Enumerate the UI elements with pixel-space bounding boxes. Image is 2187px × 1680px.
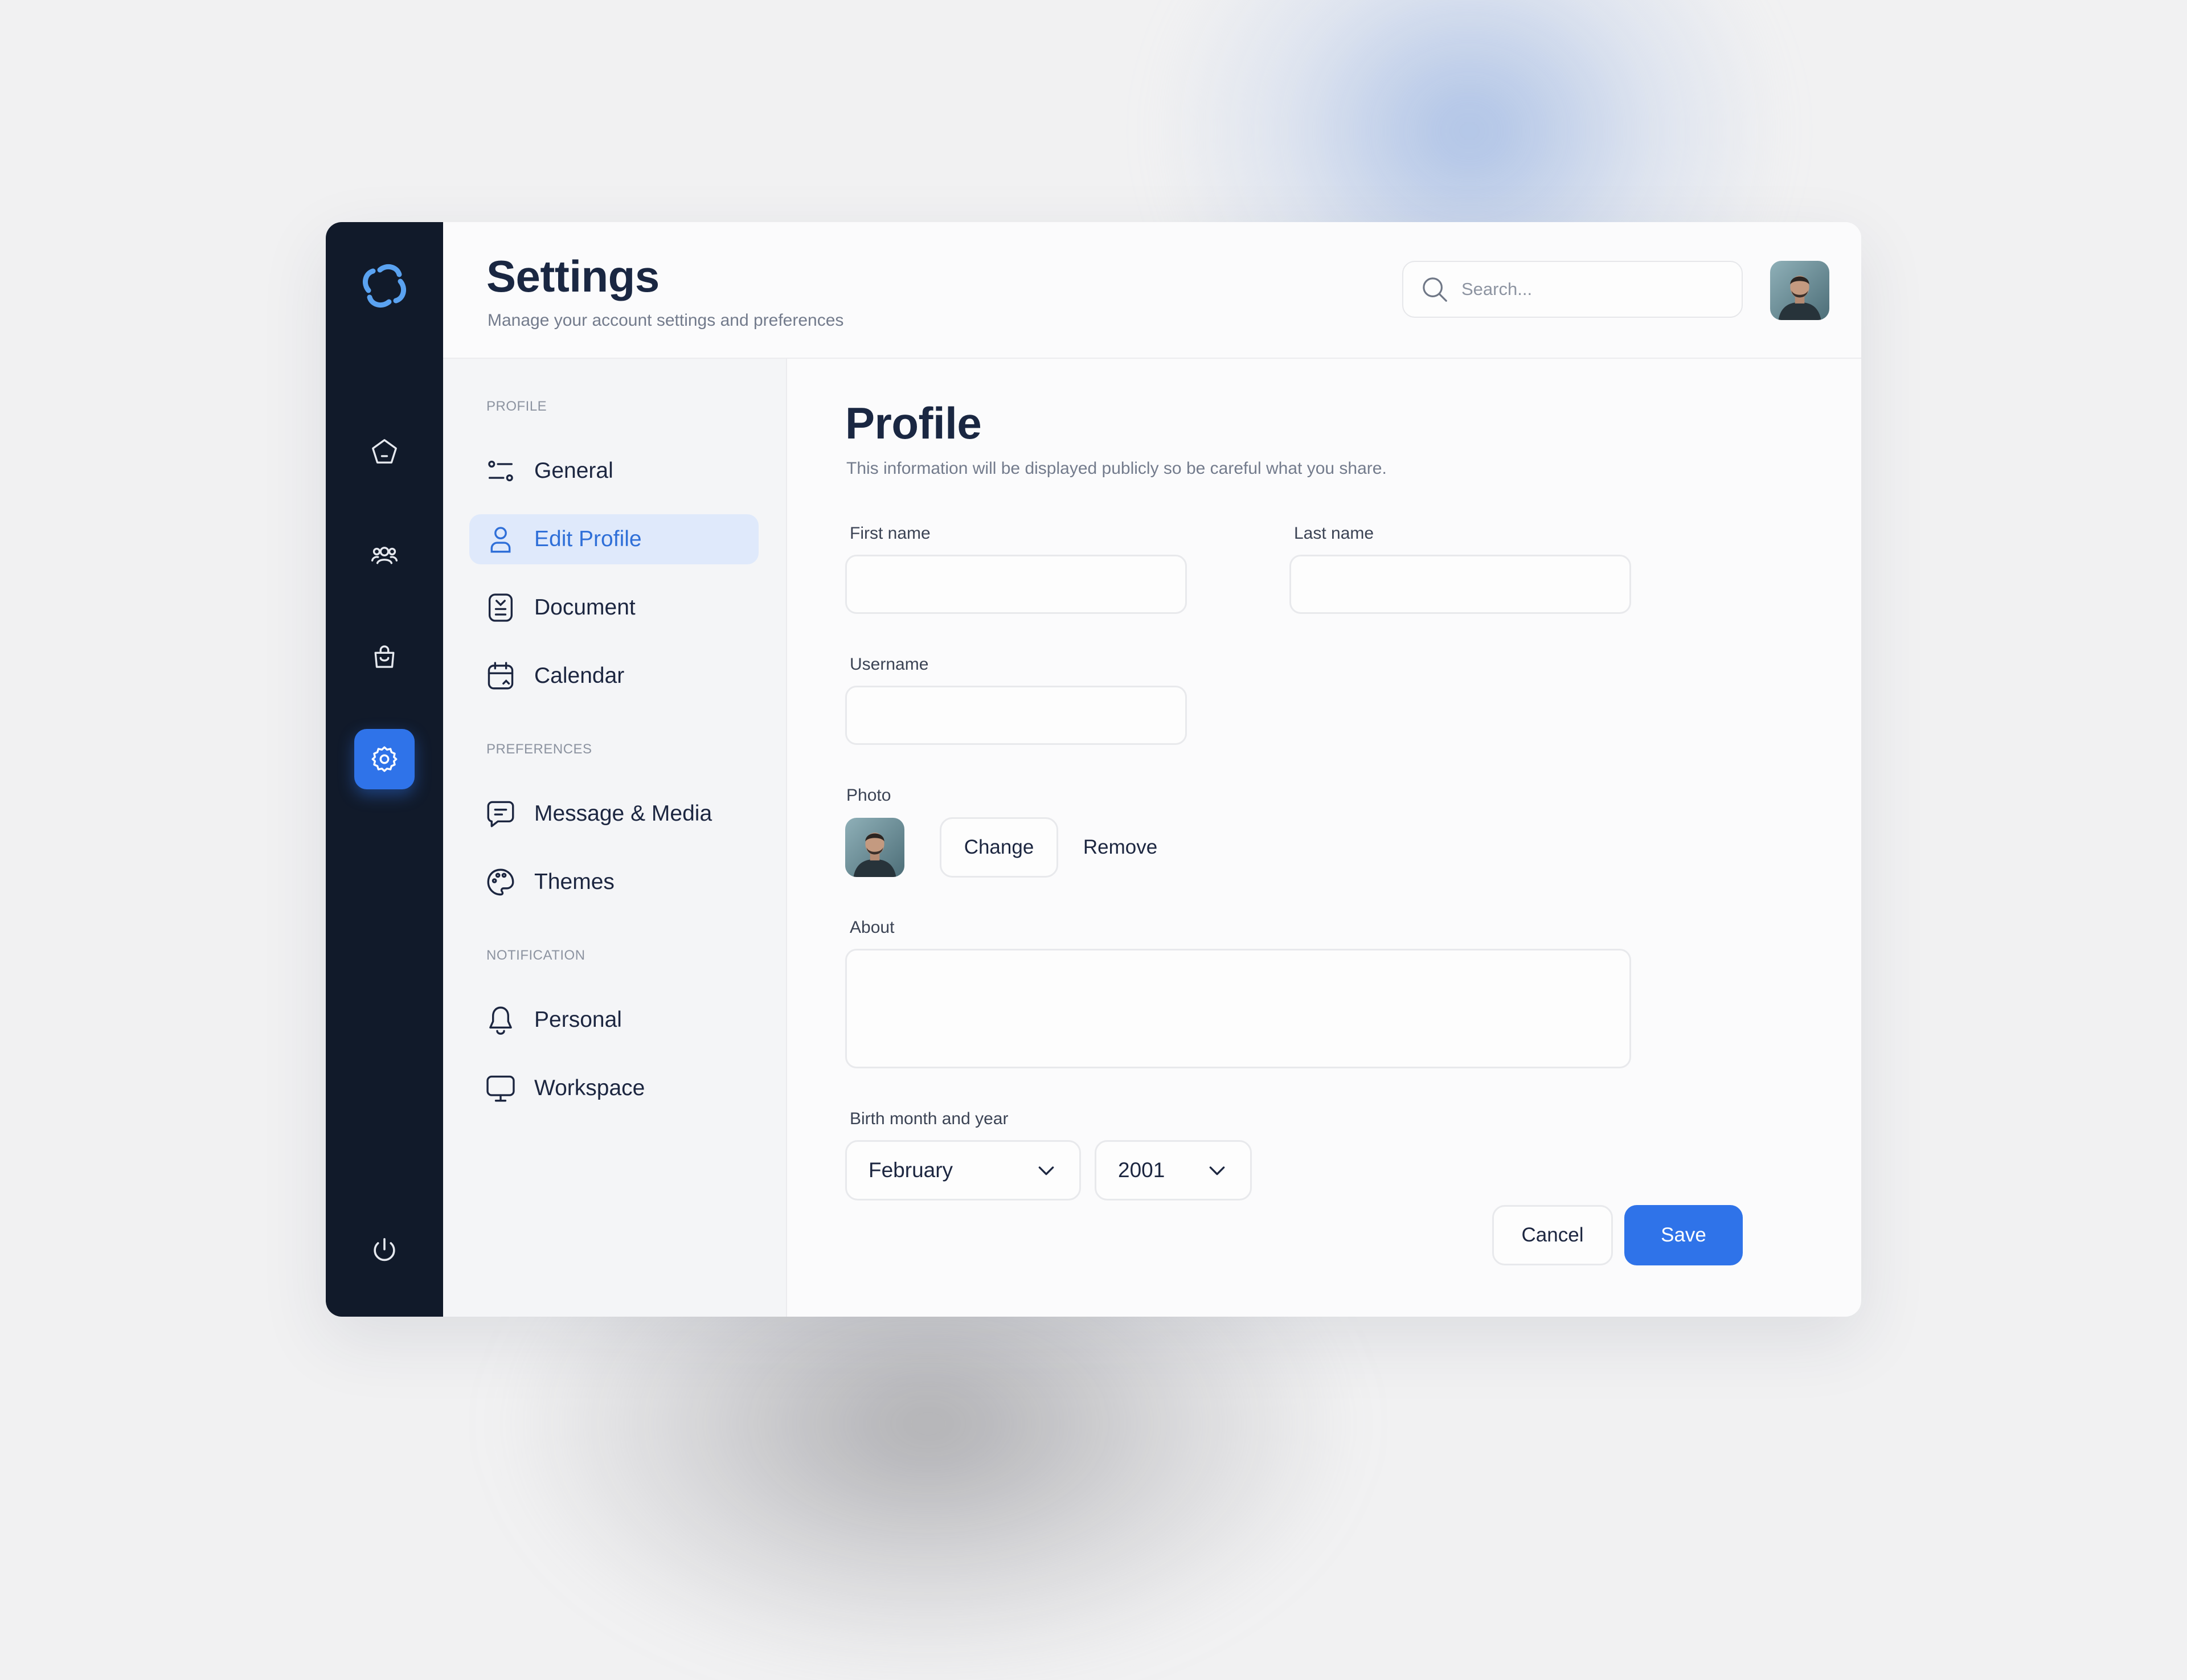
nav-item-document[interactable]: Document [469, 583, 759, 633]
birth-year-value: 2001 [1118, 1158, 1165, 1182]
about-label: About [850, 918, 895, 937]
app-rail [326, 222, 443, 1317]
photo-label: Photo [846, 786, 891, 805]
search-box[interactable] [1402, 261, 1743, 318]
message-icon [487, 801, 514, 827]
section-label-profile: PROFILE [486, 399, 547, 414]
monitor-icon [486, 1075, 515, 1102]
nav-item-label: Edit Profile [534, 527, 642, 551]
profile-description: This information will be displayed publi… [846, 459, 1387, 478]
nav-item-label: Message & Media [534, 801, 712, 826]
settings-nav: PROFILE General Edit Profile Document Ca… [443, 359, 787, 1317]
nav-item-label: Workspace [534, 1076, 645, 1100]
user-photo [1770, 261, 1829, 320]
power-icon [374, 1238, 395, 1261]
last-name-label: Last name [1294, 524, 1374, 543]
rail-users-button[interactable] [354, 524, 415, 584]
nav-item-label: Document [534, 595, 636, 620]
rail-settings-button[interactable] [354, 729, 415, 789]
app-logo-icon [362, 264, 407, 308]
palette-icon [487, 868, 514, 896]
remove-photo-button[interactable]: Remove [1072, 817, 1169, 878]
nav-item-label: Personal [534, 1007, 622, 1032]
cancel-button[interactable]: Cancel [1492, 1205, 1613, 1265]
page-title: Settings [486, 251, 660, 301]
username-field[interactable] [845, 686, 1187, 745]
settings-window: Settings Manage your account settings an… [326, 222, 1861, 1317]
birth-label: Birth month and year [850, 1109, 1009, 1128]
nav-item-label: Themes [534, 870, 615, 894]
birth-month-select[interactable]: February [845, 1140, 1081, 1200]
first-name-label: First name [850, 524, 931, 543]
rail-logout-button[interactable] [354, 1220, 415, 1281]
first-name-field[interactable] [845, 555, 1187, 614]
section-label-preferences: PREFERENCES [486, 741, 592, 757]
nav-item-personal[interactable]: Personal [469, 995, 759, 1045]
nav-item-workspace[interactable]: Workspace [469, 1063, 759, 1113]
search-input[interactable] [1460, 278, 1736, 300]
nav-item-general[interactable]: General [469, 446, 759, 496]
sliders-icon [488, 460, 513, 482]
section-label-notification: NOTIFICATION [486, 948, 585, 963]
users-icon [371, 547, 398, 564]
header: Settings Manage your account settings an… [443, 222, 1861, 359]
gear-icon [371, 746, 398, 772]
rail-shop-button[interactable] [354, 626, 415, 687]
birth-month-value: February [869, 1158, 953, 1182]
save-button[interactable]: Save [1624, 1205, 1743, 1265]
profile-title: Profile [845, 398, 982, 448]
about-field[interactable] [845, 949, 1631, 1068]
nav-item-calendar[interactable]: Calendar [469, 651, 759, 701]
birth-year-select[interactable]: 2001 [1095, 1140, 1252, 1200]
user-photo [845, 818, 904, 877]
document-icon [488, 593, 513, 622]
last-name-field[interactable] [1289, 555, 1631, 614]
nav-item-themes[interactable]: Themes [469, 857, 759, 907]
nav-item-edit-profile[interactable]: Edit Profile [469, 514, 759, 564]
chevron-down-icon [1038, 1166, 1054, 1175]
calendar-icon [488, 662, 514, 690]
bell-icon [489, 1006, 512, 1035]
user-avatar[interactable] [1770, 261, 1829, 320]
page-subtitle: Manage your account settings and prefere… [488, 311, 844, 330]
nav-item-label: General [534, 458, 613, 483]
shopping-bag-icon [374, 645, 395, 668]
change-photo-button[interactable]: Change [940, 817, 1058, 878]
nav-item-message-media[interactable]: Message & Media [469, 789, 759, 839]
search-icon [1423, 277, 1447, 302]
user-icon [490, 527, 511, 553]
profile-photo [845, 818, 904, 877]
home-icon [372, 439, 397, 464]
rail-home-button[interactable] [354, 421, 415, 482]
chevron-down-icon [1209, 1166, 1225, 1175]
profile-panel: Profile This information will be display… [787, 359, 1861, 1317]
nav-item-label: Calendar [534, 663, 625, 688]
username-label: Username [850, 655, 929, 674]
